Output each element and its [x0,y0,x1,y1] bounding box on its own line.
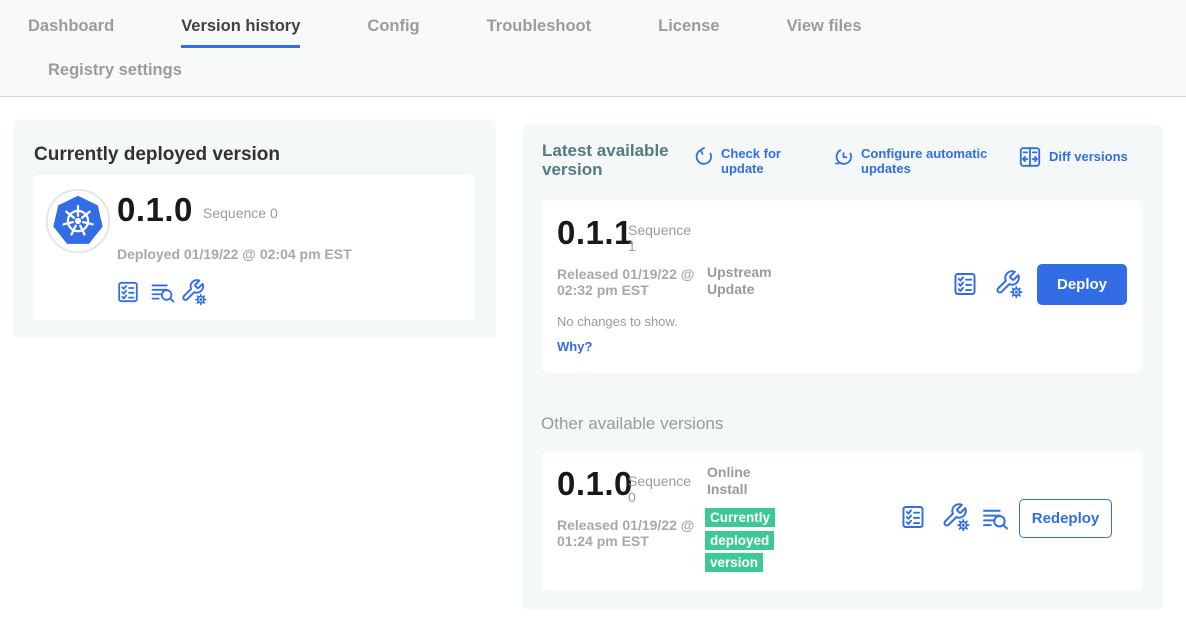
logs-icon[interactable] [980,506,1011,531]
latest-source: Upstream Update [707,264,797,298]
auto-update-icon [833,146,854,167]
other-version-row: 0.1.0 Sequence 0 Released 01/19/22 @ 01:… [542,451,1143,590]
tab-troubleshoot[interactable]: Troubleshoot [487,17,592,48]
tab-registry-settings[interactable]: Registry settings [48,61,182,92]
tab-version-history[interactable]: Version history [181,17,300,48]
configure-automatic-updates-label: Configure automatic updates [861,146,993,176]
latest-available-card: Latest available version Check for updat… [523,125,1163,610]
changes-note: No changes to show. [557,314,678,329]
deployed-version-panel: 0.1.0 Sequence 0 Deployed 01/19/22 @ 02:… [33,175,475,320]
secondary-tabs: Registry settings [48,61,182,92]
tab-license[interactable]: License [658,17,719,48]
check-for-update-label: Check for update [721,146,803,176]
latest-version-row: 0.1.1 Sequence 1 Released 01/19/22 @ 02:… [542,200,1143,373]
refresh-icon [693,146,714,167]
checklist-icon[interactable] [116,280,140,304]
other-released-timestamp: Released 01/19/22 @ 01:24 pm EST [557,517,729,549]
redeploy-button[interactable]: Redeploy [1019,499,1112,538]
diff-versions-label: Diff versions [1049,149,1128,164]
deployed-sequence: Sequence 0 [203,205,278,221]
settings-wrench-icon[interactable] [180,278,208,306]
deployed-version-number: 0.1.0 [117,191,193,229]
checklist-icon[interactable] [900,504,926,530]
tab-view-files[interactable]: View files [787,17,862,48]
configure-automatic-updates-link[interactable]: Configure automatic updates [833,146,993,176]
latest-sequence: Sequence 1 [628,222,696,254]
check-for-update-link[interactable]: Check for update [693,146,803,176]
deployed-card-title: Currently deployed version [34,144,280,166]
currently-deployed-badge-wrap: Currently deployed version [705,507,785,575]
other-source: Online Install [707,464,767,498]
tab-dashboard[interactable]: Dashboard [28,17,114,48]
settings-wrench-icon[interactable] [994,269,1024,299]
other-version-number: 0.1.0 [557,465,633,503]
top-navigation: Dashboard Version history Config Trouble… [0,0,1186,97]
other-versions-title: Other available versions [541,414,723,434]
other-sequence: Sequence 0 [628,473,696,505]
latest-released-timestamp: Released 01/19/22 @ 02:32 pm EST [557,266,729,298]
currently-deployed-badge: Currently deployed version [705,508,775,572]
deploy-button[interactable]: Deploy [1037,264,1127,305]
kubernetes-logo-icon [45,188,111,254]
primary-tabs: Dashboard Version history Config Trouble… [28,17,862,48]
tab-config[interactable]: Config [367,17,419,48]
currently-deployed-card: Currently deployed version 0.1.0 Sequenc… [13,120,496,338]
why-link[interactable]: Why? [557,339,592,354]
diff-icon [1018,145,1042,169]
version-history-page: Dashboard Version history Config Trouble… [0,0,1186,640]
checklist-icon[interactable] [952,271,978,297]
logs-icon[interactable] [149,281,177,304]
latest-version-number: 0.1.1 [557,214,633,252]
deployed-timestamp: Deployed 01/19/22 @ 02:04 pm EST [117,246,352,262]
update-actions: Check for update Configure automatic upd… [523,125,1163,185]
diff-versions-link[interactable]: Diff versions [1018,149,1128,169]
settings-wrench-icon[interactable] [941,502,971,532]
